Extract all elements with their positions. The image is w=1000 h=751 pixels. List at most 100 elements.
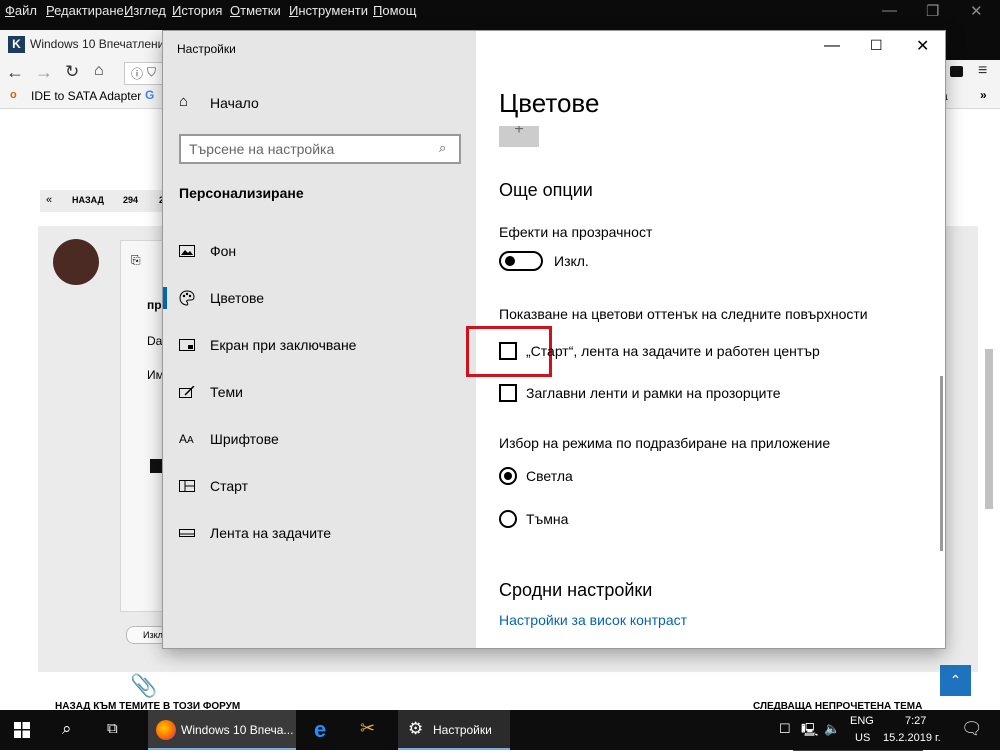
menu-help[interactable]: Помощ [373,3,416,18]
input-region[interactable]: US [855,732,870,744]
close-icon[interactable]: ✕ [970,2,983,20]
lock-screen-icon [179,339,195,351]
palette-icon [179,290,195,306]
start-taskbar-checkbox-label: „Старт“, лента на задачите и работен цен… [526,343,820,359]
volume-icon[interactable]: 🔈 [824,721,840,737]
window-title: Настройки [177,42,236,56]
radio-dot [504,472,512,480]
accent-surfaces-label: Показване на цветови оттенък на следните… [499,306,868,322]
clock-time[interactable]: 7:27 [905,715,926,727]
task-view-icon[interactable]: ⧉ [107,720,118,737]
app-shortcut-icon[interactable]: ✂ [360,718,375,739]
start-icon [179,480,195,492]
windows-logo-icon [150,459,162,473]
page-title: Цветове [499,88,600,118]
scroll-top-button[interactable]: ⌃ [940,665,971,696]
bookmark-ide-sata[interactable]: IDE to SATA Adapter [31,89,141,103]
quote-icon[interactable]: ⎘ [131,253,141,268]
radio-light[interactable] [499,467,517,485]
menu-tools[interactable]: Инструменти [289,3,368,18]
home-icon: ⌂ [179,93,189,110]
info-icon[interactable]: ⓘ [131,65,143,82]
windows-taskbar: ⌕ ⧉ Windows 10 Впеча... e ✂ ⚙ Настройки … [0,710,1000,750]
attachment-icon[interactable]: 📎 [130,673,157,699]
google-favicon-icon[interactable]: G [145,88,154,102]
search-icon[interactable]: ⌕ [62,719,72,739]
maximize-icon[interactable]: ☐ [870,37,883,54]
themes-icon [179,386,195,398]
settings-window: Настройки ⌂ Начало Търсене на настройка … [163,31,945,648]
pager-back[interactable]: НАЗАД [72,195,104,205]
nav-item-label: Цветове [210,290,265,306]
tray-icon[interactable]: ☐ [779,721,791,737]
titlebars-checkbox-label: Заглавни ленти и рамки на прозорците [526,385,781,401]
menu-view[interactable]: Изглед [124,3,166,18]
forward-arrow-icon[interactable]: → [35,62,53,83]
toggle-knob [505,256,515,266]
firefox-icon [156,720,176,740]
windows-start-icon[interactable] [14,722,30,738]
reload-icon[interactable]: ↻ [65,62,79,82]
pager-first[interactable]: « [46,194,52,206]
menu-history[interactable]: История [172,3,222,18]
search-icon: ⌕ [439,140,447,155]
nav-item-label: Старт [210,478,249,494]
settings-sidebar: Настройки ⌂ Начало Търсене на настройка … [163,31,476,648]
add-color-button[interactable]: + [499,126,539,147]
nav-item-label: Теми [210,384,243,400]
nav-item-label: Шрифтове [210,431,279,447]
content-scrollbar[interactable] [940,376,943,551]
browser-tab[interactable]: K Windows 10 Впечатления [0,30,171,60]
clock-date[interactable]: 15.2.2019 г. [883,732,941,744]
extension-icon[interactable] [950,66,963,77]
shield-icon[interactable]: ⛉ [147,65,156,80]
search-input[interactable]: Търсене на настройка ⌕ [179,134,461,164]
taskbar-icon [179,529,195,537]
bookmarks-overflow-icon[interactable]: » [980,88,987,102]
high-contrast-link[interactable]: Настройки за висок контраст [499,612,687,628]
back-arrow-icon[interactable]: ← [6,62,24,83]
radio-dark[interactable] [499,510,517,528]
page-scrollbar[interactable] [985,349,993,509]
nav-selection-indicator [163,287,167,309]
address-bar[interactable]: ⓘ ⛉ [124,62,166,85]
home-icon[interactable]: ⌂ [94,62,104,80]
network-icon[interactable]: 🖳 [801,721,818,743]
start-taskbar-checkbox[interactable] [499,342,517,360]
titlebars-checkbox[interactable] [499,384,517,402]
minimize-icon[interactable]: — [882,2,897,19]
post-fragment-3: Им [147,368,164,382]
more-options-heading: Още опции [499,180,593,200]
close-icon[interactable]: ✕ [916,36,929,56]
app-mode-label: Избор на режима по подразбиране на прило… [499,435,831,451]
pager-page[interactable]: 294 [123,195,138,205]
taskbar-app-settings[interactable]: ⚙ Настройки [398,710,510,750]
transparency-toggle[interactable] [499,251,543,271]
nav-item-label: Екран при заключване [210,337,357,353]
font-icon: AA [179,432,194,446]
input-language[interactable]: ENG [850,715,874,727]
action-center-icon[interactable]: 🗨 [961,719,983,739]
taskbar-app-firefox[interactable]: Windows 10 Впеча... [148,710,296,750]
menu-hamburger-icon[interactable]: ≡ [978,62,987,80]
settings-content: — ☐ ✕ Цветове + Още опции Ефекти на проз… [466,31,945,648]
edge-icon[interactable]: e [314,717,326,743]
forum-pager: « НАЗАД 294 2 [40,190,170,212]
menu-file[interactable]: Файл [5,3,37,18]
tab-title: Windows 10 Впечатления [30,37,171,51]
image-icon [179,245,195,257]
post-toggle[interactable]: Изкл [126,626,168,644]
radio-dark-label: Тъмна [526,511,569,527]
nav-item-label: Лента на задачите [210,525,332,541]
menu-edit[interactable]: Редактиране [46,3,124,18]
related-settings-heading: Сродни настройки [499,580,653,600]
browser-menubar: Файл Редактиране Изглед История Отметки … [0,0,1000,24]
avatar [53,239,99,285]
minimize-icon[interactable]: — [824,37,840,55]
menu-bookmarks[interactable]: Отметки [230,3,281,18]
restore-icon[interactable]: ❐ [926,2,939,20]
transparency-state: Изкл. [554,253,589,269]
transparency-label: Ефекти на прозрачност [499,224,653,240]
nav-item-label: Фон [210,243,237,259]
section-title: Персонализиране [179,185,304,201]
